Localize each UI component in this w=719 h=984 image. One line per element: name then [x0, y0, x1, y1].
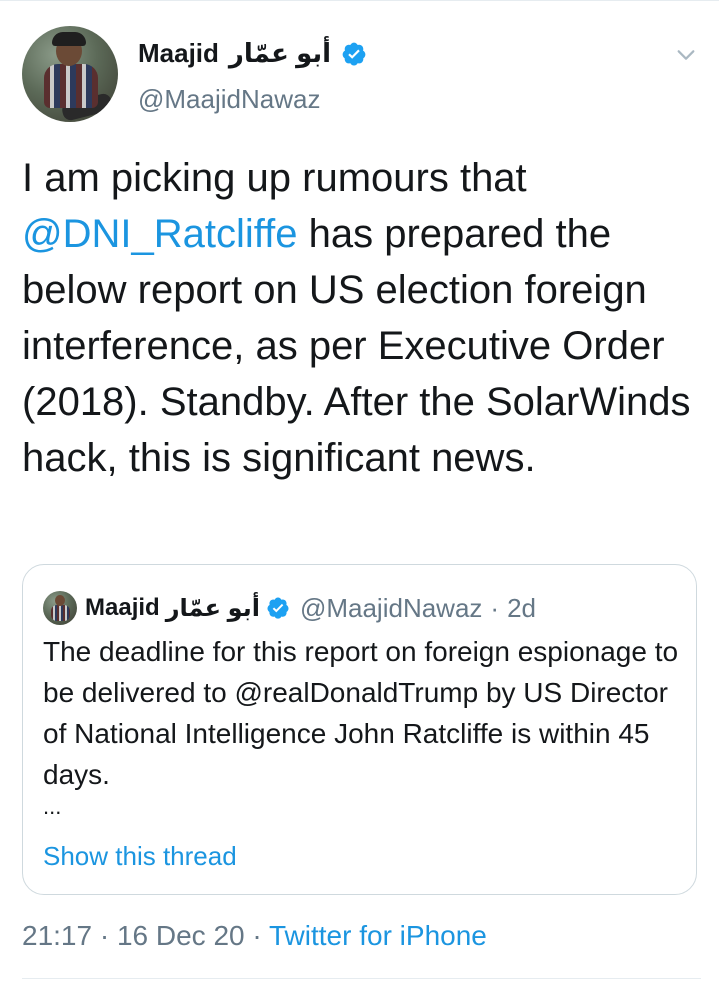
top-divider — [0, 0, 719, 1]
bottom-divider — [22, 978, 701, 979]
separator-dot: · — [490, 592, 500, 623]
quoted-tweet-age: 2d — [507, 592, 537, 623]
tweet-body-text: I am picking up rumours that @DNI_Ratcli… — [22, 150, 692, 486]
author-display-name[interactable]: Maajid — [138, 38, 219, 69]
show-thread-link[interactable]: Show this thread — [43, 841, 237, 872]
separator-dot: · — [244, 920, 269, 951]
avatar[interactable] — [22, 26, 118, 122]
tweet-header: Maajid أبو عمّار @MaajidNawaz — [22, 26, 701, 126]
quoted-tweet-card[interactable]: Maajid أبو عمّار @MaajidNawaz · 2d The d… — [22, 564, 697, 895]
tweet-source-link[interactable]: Twitter for iPhone — [269, 920, 487, 951]
quoted-display-name: Maajid — [85, 594, 160, 621]
tweet-timestamp[interactable]: 21:17 · 16 Dec 20 — [22, 920, 245, 951]
tweet-text-part: I am picking up rumours that — [22, 156, 527, 200]
quoted-avatar — [43, 591, 77, 625]
quoted-arabic-name: أبو عمّار — [165, 594, 260, 622]
verified-badge-icon — [267, 597, 289, 619]
quoted-tweet-text: The deadline for this report on foreign … — [43, 636, 679, 790]
tweet-metadata: 21:17 · 16 Dec 20 · Twitter for iPhone — [22, 920, 487, 952]
author-name-row[interactable]: Maajid أبو عمّار — [138, 38, 367, 69]
author-arabic-name[interactable]: أبو عمّار — [229, 38, 331, 69]
verified-badge-icon — [342, 42, 366, 66]
author-handle[interactable]: @MaajidNawaz — [138, 84, 320, 115]
mention-link[interactable]: @DNI_Ratcliffe — [22, 212, 298, 256]
quoted-handle: @MaajidNawaz — [299, 592, 483, 623]
chevron-down-icon[interactable] — [675, 44, 697, 66]
quoted-tweet-header: Maajid أبو عمّار @MaajidNawaz · 2d — [43, 591, 536, 625]
quoted-tweet-ellipsis: ... — [43, 794, 62, 819]
